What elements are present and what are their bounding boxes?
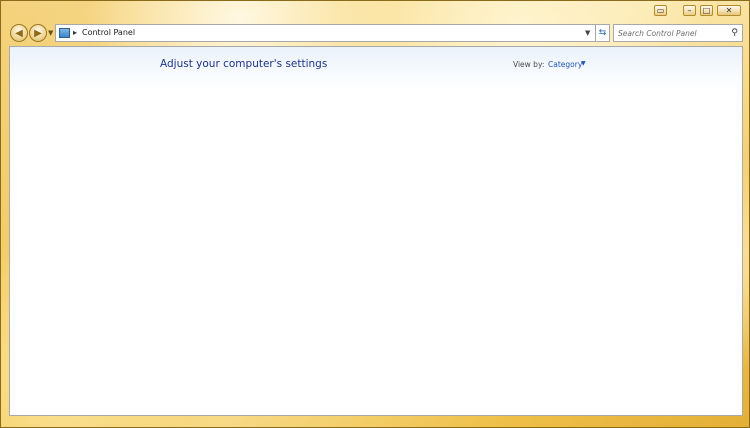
page-title: Adjust your computer's settings (160, 58, 328, 70)
close-icon: ✕ (725, 5, 733, 15)
refresh-button[interactable]: ⇆ (596, 24, 610, 42)
maximize-button[interactable]: □ (700, 5, 713, 16)
address-bar[interactable]: ▸ Control Panel ▼ (55, 24, 596, 42)
forward-button[interactable]: ▶ (29, 24, 47, 42)
search-icon[interactable]: ⚲ (731, 28, 738, 38)
forward-arrow-icon: ▶ (34, 27, 42, 39)
search-input[interactable]: Search Control Panel ⚲ (613, 24, 743, 42)
maximize-icon: □ (702, 5, 711, 15)
search-placeholder: Search Control Panel (618, 29, 697, 38)
view-by-dropdown[interactable]: Category (548, 60, 582, 69)
window-frame: ▭ – □ ✕ ◀ ▶ ▼ ▸ Control Panel ▼ ⇆ Search… (0, 0, 750, 428)
chevron-down-icon[interactable]: ▼ (581, 60, 586, 67)
address-dropdown-icon[interactable]: ▼ (585, 29, 590, 37)
breadcrumb-control-panel[interactable]: Control Panel (82, 28, 135, 37)
close-button[interactable]: ✕ (717, 5, 741, 16)
minimize-icon: – (687, 5, 692, 15)
display-switch-button[interactable]: ▭ (654, 5, 667, 16)
back-button[interactable]: ◀ (10, 24, 28, 42)
minimize-button[interactable]: – (683, 5, 696, 16)
content-pane: Adjust your computer's settings View by:… (9, 46, 743, 416)
content-header: Adjust your computer's settings View by:… (10, 47, 742, 89)
breadcrumb-separator-icon[interactable]: ▸ (73, 28, 77, 37)
back-arrow-icon: ◀ (15, 27, 23, 39)
display-icon: ▭ (656, 5, 665, 15)
recent-pages-dropdown-icon[interactable]: ▼ (48, 29, 53, 37)
control-panel-icon (59, 28, 70, 38)
view-by-label: View by: (513, 60, 545, 69)
refresh-icon: ⇆ (598, 28, 607, 38)
